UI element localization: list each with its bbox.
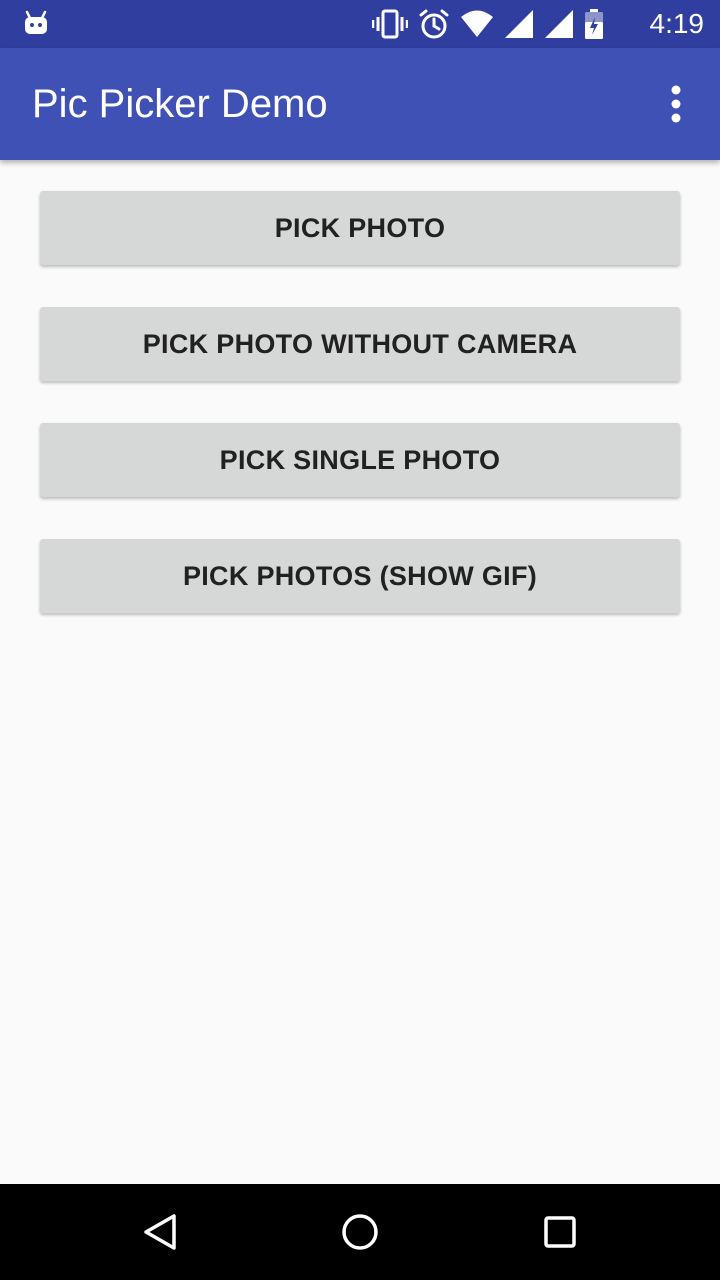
recents-icon[interactable]	[536, 1208, 584, 1256]
signal-icon-2	[545, 10, 573, 38]
battery-icon	[585, 9, 603, 39]
home-icon[interactable]	[336, 1208, 384, 1256]
status-time: 4:19	[649, 8, 705, 39]
signal-icon	[505, 10, 533, 38]
app-title: Pic Picker Demo	[32, 82, 328, 126]
more-vert-icon[interactable]	[656, 82, 696, 126]
status-bar: 4:19	[0, 0, 720, 48]
vibrate-icon	[372, 9, 408, 39]
navigation-bar	[0, 1184, 720, 1280]
pick-photo-without-camera-button[interactable]: PICK PHOTO WITHOUT CAMERA	[40, 307, 680, 381]
system-icons	[372, 8, 604, 40]
android-notification-icon	[25, 10, 47, 34]
pick-photo-button[interactable]: PICK PHOTO	[40, 191, 680, 265]
pick-photos-show-gif-button[interactable]: PICK PHOTOS (SHOW GIF)	[40, 539, 680, 613]
pick-single-photo-button[interactable]: PICK SINGLE PHOTO	[40, 423, 680, 497]
app-bar: Pic Picker Demo	[0, 48, 720, 160]
screen: 4:19 Pic Picker Demo PICK PHOTO PICK PHO…	[0, 0, 720, 1280]
alarm-icon	[419, 9, 449, 39]
wifi-icon	[461, 10, 493, 37]
back-icon[interactable]	[136, 1208, 184, 1256]
